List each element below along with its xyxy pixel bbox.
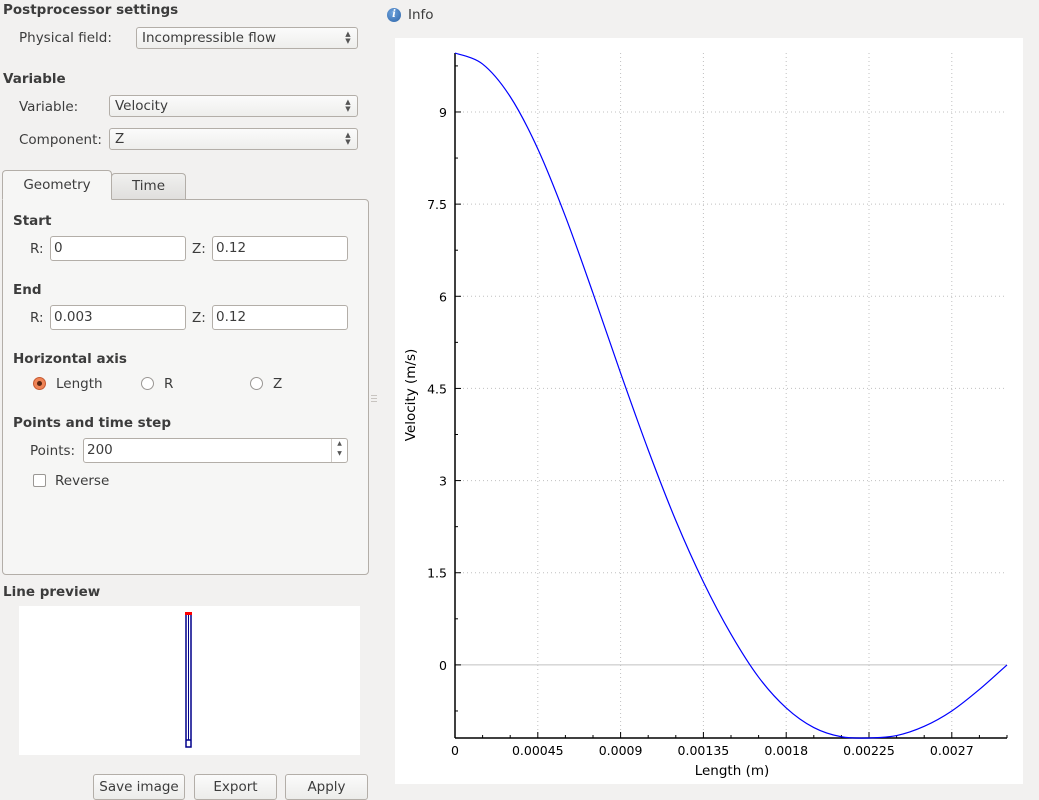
apply-button[interactable]: Apply bbox=[285, 774, 368, 800]
radio-length[interactable] bbox=[33, 377, 46, 390]
variable-value: Velocity bbox=[115, 98, 168, 114]
chart-axes: 0 0.00045 0.0009 0.00135 0.0018 0.00225 0.0027… bbox=[427, 53, 1008, 758]
chart-series bbox=[454, 52, 1008, 739]
y-tick-label: 1.5 bbox=[427, 566, 447, 581]
start-z-input[interactable]: 0.12 bbox=[212, 236, 348, 261]
chart-area: 0 0.00045 0.0009 0.00135 0.0018 0.00225 0.0027… bbox=[395, 38, 1023, 784]
horizontal-axis-title: Horizontal axis bbox=[13, 351, 127, 367]
radio-r-label[interactable]: R bbox=[164, 376, 173, 392]
y-tick-label: 7.5 bbox=[427, 197, 447, 212]
postprocessor-settings-title: Postprocessor settings bbox=[3, 2, 179, 18]
line-preview-title: Line preview bbox=[3, 584, 101, 600]
x-tick-label: 0.00225 bbox=[843, 743, 895, 758]
x-tick-label: 0.0018 bbox=[764, 743, 808, 758]
start-r-label: R: bbox=[30, 241, 44, 257]
component-value: Z bbox=[115, 131, 125, 147]
x-tick-label: 0.0027 bbox=[930, 743, 974, 758]
end-r-label: R: bbox=[30, 310, 44, 326]
updown-arrows-icon: ▲ ▼ bbox=[345, 98, 351, 113]
points-label: Points: bbox=[30, 443, 76, 459]
y-tick-label: 6 bbox=[439, 289, 447, 304]
y-tick-label: 0 bbox=[439, 658, 447, 673]
splitter-handle[interactable] bbox=[371, 395, 377, 407]
end-z-input[interactable]: 0.12 bbox=[212, 305, 348, 330]
save-image-button[interactable]: Save image bbox=[93, 774, 185, 800]
radio-z[interactable] bbox=[250, 377, 263, 390]
physical-field-label: Physical field: bbox=[19, 30, 112, 46]
start-z-label: Z: bbox=[192, 241, 206, 257]
component-label: Component: bbox=[19, 132, 102, 148]
tab-time[interactable]: Time bbox=[111, 173, 186, 199]
radio-length-label[interactable]: Length bbox=[56, 376, 103, 392]
component-select[interactable]: Z ▲ ▼ bbox=[109, 128, 358, 150]
variable-select[interactable]: Velocity ▲ ▼ bbox=[109, 95, 358, 117]
start-section-title: Start bbox=[13, 213, 52, 229]
x-tick-label: 0 bbox=[451, 743, 459, 758]
reverse-checkbox[interactable] bbox=[33, 474, 46, 487]
end-z-label: Z: bbox=[192, 310, 206, 326]
tab-geometry[interactable]: Geometry bbox=[2, 170, 112, 200]
physical-field-select[interactable]: Incompressible flow ▲ ▼ bbox=[136, 27, 358, 49]
info-icon: i bbox=[387, 8, 401, 22]
updown-arrows-icon: ▲ ▼ bbox=[345, 30, 351, 45]
x-axis-label: Length (m) bbox=[695, 763, 770, 779]
info-label[interactable]: Info bbox=[408, 7, 434, 23]
velocity-chart: 0 0.00045 0.0009 0.00135 0.0018 0.00225 0.0027… bbox=[403, 52, 1008, 779]
points-value: 200 bbox=[87, 442, 113, 458]
end-section-title: End bbox=[13, 282, 42, 298]
series-line bbox=[454, 52, 1008, 739]
updown-arrows-icon: ▲ ▼ bbox=[345, 131, 351, 146]
radio-z-label[interactable]: Z bbox=[273, 376, 282, 392]
start-r-input[interactable]: 0 bbox=[50, 236, 186, 261]
line-preview-svg bbox=[185, 612, 192, 748]
x-tick-label: 0.0009 bbox=[599, 743, 643, 758]
end-r-input[interactable]: 0.003 bbox=[50, 305, 186, 330]
export-button[interactable]: Export bbox=[194, 774, 277, 800]
x-tick-label: 0.00135 bbox=[678, 743, 730, 758]
spin-arrows-icon[interactable]: ▲ ▼ bbox=[331, 439, 347, 462]
y-axis-label: Velocity (m/s) bbox=[403, 349, 419, 442]
y-tick-label: 4.5 bbox=[427, 381, 447, 396]
radio-r[interactable] bbox=[141, 377, 154, 390]
preview-selected-line bbox=[185, 612, 192, 615]
variable-label: Variable: bbox=[19, 99, 79, 115]
points-section-title: Points and time step bbox=[13, 415, 171, 431]
y-tick-label: 3 bbox=[439, 474, 447, 489]
x-tick-label: 0.00045 bbox=[512, 743, 564, 758]
points-spinbox[interactable]: 200 ▲ ▼ bbox=[83, 438, 348, 463]
line-preview-canvas bbox=[19, 606, 360, 755]
variable-section-title: Variable bbox=[3, 71, 66, 87]
reverse-label[interactable]: Reverse bbox=[55, 473, 109, 489]
physical-field-value: Incompressible flow bbox=[142, 30, 277, 46]
y-tick-label: 9 bbox=[439, 105, 447, 120]
